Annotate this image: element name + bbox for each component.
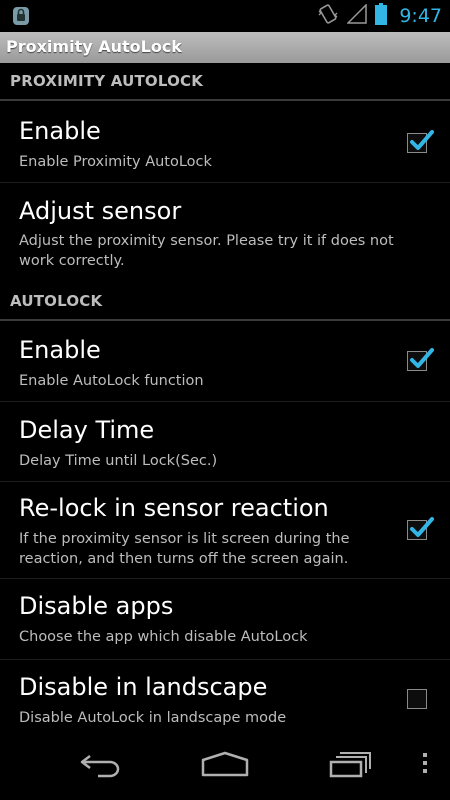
status-time: 9:47: [399, 5, 442, 27]
enable-proximity-checkbox[interactable]: [407, 130, 434, 153]
pref-disable-apps[interactable]: Disable apps Choose the app which disabl…: [0, 579, 450, 660]
pref-title: Disable apps: [19, 592, 174, 620]
checkmark-icon: [410, 517, 434, 537]
battery-icon: [375, 3, 388, 29]
title-bar: Proximity AutoLock: [0, 32, 450, 63]
pref-title: Re-lock in sensor reaction: [19, 494, 329, 522]
app-title: Proximity AutoLock: [6, 37, 182, 56]
pref-enable-proximity-autolock[interactable]: Enable Enable Proximity AutoLock: [0, 101, 450, 183]
checkmark-icon: [410, 130, 434, 150]
pref-delay-time[interactable]: Delay Time Delay Time until Lock(Sec.): [0, 402, 450, 482]
pref-summary: Enable Proximity AutoLock: [19, 154, 212, 170]
home-icon[interactable]: [200, 750, 250, 784]
pref-title: Disable in landscape: [19, 673, 268, 701]
pref-summary: Choose the app which disable AutoLock: [19, 629, 308, 645]
checkmark-icon: [410, 348, 434, 368]
enable-autolock-checkbox[interactable]: [407, 348, 434, 371]
pref-title: Delay Time: [19, 416, 155, 444]
pref-relock-sensor-reaction[interactable]: Re-lock in sensor reaction If the proxim…: [0, 482, 450, 579]
app-notification-icon: [12, 6, 30, 26]
section-header-autolock: AUTOLOCK: [0, 283, 450, 321]
vibrate-icon: [317, 3, 339, 29]
pref-summary: Adjust the proximity sensor. Please try …: [19, 233, 394, 269]
recents-icon[interactable]: [328, 750, 374, 784]
signal-icon: [346, 3, 368, 28]
pref-enable-autolock[interactable]: Enable Enable AutoLock function: [0, 321, 450, 402]
pref-summary: Disable AutoLock in landscape mode: [19, 710, 287, 726]
pref-summary: Enable AutoLock function: [19, 373, 204, 389]
pref-title: Enable: [19, 336, 101, 364]
pref-title: Enable: [19, 117, 101, 145]
status-bar: 9:47: [0, 0, 450, 32]
pref-summary: If the proximity sensor is lit screen du…: [19, 531, 350, 567]
disable-landscape-checkbox[interactable]: [407, 689, 427, 709]
pref-title: Adjust sensor: [19, 197, 182, 225]
pref-disable-landscape[interactable]: Disable in landscape Disable AutoLock in…: [0, 660, 450, 738]
back-icon[interactable]: [78, 750, 124, 784]
overflow-menu-icon[interactable]: [420, 750, 430, 784]
pref-summary: Delay Time until Lock(Sec.): [19, 453, 218, 469]
section-header-proximity-autolock: PROXIMITY AUTOLOCK: [0, 63, 450, 101]
relock-checkbox[interactable]: [407, 517, 434, 540]
pref-adjust-sensor[interactable]: Adjust sensor Adjust the proximity senso…: [0, 183, 450, 283]
navigation-bar: [0, 730, 450, 800]
